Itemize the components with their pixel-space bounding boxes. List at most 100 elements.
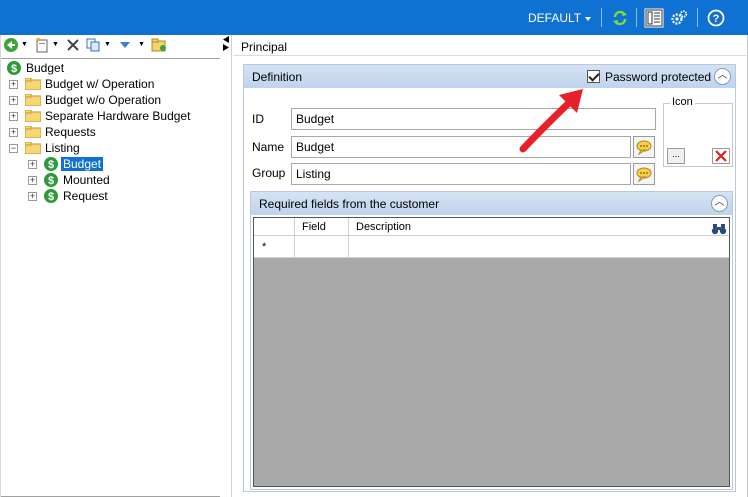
detail-pane: Principal Definition Password protected …: [233, 35, 748, 497]
budget-tree: $ Budget + Budget w/ Operation + Budget …: [1, 58, 221, 497]
tree-item-label: Budget w/ Operation: [45, 77, 155, 91]
definition-section: Definition Password protected ︿ ID Budge…: [243, 64, 736, 492]
new-icon[interactable]: [34, 37, 50, 53]
tree-root-label: Budget: [26, 61, 65, 75]
tree-item-label: Budget w/o Operation: [45, 93, 162, 107]
required-fields-title: Required fields from the customer: [259, 197, 440, 211]
new-row[interactable]: *: [254, 236, 729, 258]
column-header-description[interactable]: Description: [356, 221, 411, 233]
tree-child[interactable]: + $ Budget: [28, 156, 208, 172]
svg-text:$: $: [48, 191, 54, 203]
tree-child-label: Budget: [61, 157, 104, 171]
collapse-icon[interactable]: −: [9, 144, 18, 153]
svg-text:$: $: [11, 63, 17, 75]
expand-icon[interactable]: +: [9, 80, 18, 89]
new-row-marker: *: [262, 241, 267, 253]
grid-header: Field Description: [254, 218, 729, 258]
binoculars-icon[interactable]: [711, 222, 727, 236]
chevron-down-icon[interactable]: ▼: [138, 41, 145, 48]
refresh-icon[interactable]: [611, 9, 629, 27]
required-fields-header: Required fields from the customer ︿: [251, 192, 732, 215]
toolbar-separator: [697, 8, 698, 27]
speech-bubble-icon: [636, 167, 652, 183]
expand-icon[interactable]: +: [9, 112, 18, 121]
tree-item[interactable]: − Listing: [9, 140, 209, 156]
icon-label: Icon: [670, 96, 695, 108]
tree-toolbar: ▼ ▼ ▼ ▼: [1, 35, 221, 57]
chevron-down-icon: [585, 16, 592, 21]
chevron-down-icon[interactable]: ▼: [21, 41, 28, 48]
page-title: Principal: [241, 40, 288, 54]
tree-child[interactable]: + $ Request: [28, 188, 208, 204]
chevron-down-icon[interactable]: ▼: [52, 41, 59, 48]
column-header-field[interactable]: Field: [302, 221, 326, 233]
group-field[interactable]: Listing: [291, 163, 631, 185]
group-label: Group: [252, 166, 286, 180]
expand-icon[interactable]: +: [9, 128, 18, 137]
chevron-down-icon[interactable]: ▼: [104, 41, 111, 48]
budget-money-icon: $: [44, 189, 58, 203]
required-fields-grid[interactable]: Field Description *: [253, 217, 730, 487]
annotation-arrow-icon: [519, 89, 583, 153]
back-icon[interactable]: [3, 37, 19, 53]
grid-divider: [348, 236, 349, 258]
tree-item-label: Separate Hardware Budget: [45, 109, 191, 123]
svg-text:?: ?: [713, 13, 720, 25]
icon-clear-button[interactable]: [712, 148, 730, 164]
grid-divider: [294, 236, 295, 258]
name-translate-button[interactable]: [633, 136, 655, 158]
delete-icon[interactable]: [65, 37, 81, 53]
tree-child-label: Mounted: [63, 173, 110, 187]
folder-tools-icon[interactable]: [151, 37, 167, 53]
folder-icon: [25, 94, 41, 106]
profile-dropdown[interactable]: DEFAULT: [528, 11, 592, 25]
expand-icon[interactable]: +: [28, 176, 37, 185]
group-translate-button[interactable]: [633, 163, 655, 185]
icon-browse-button[interactable]: ...: [667, 148, 685, 164]
divider: [233, 55, 748, 56]
tree-item[interactable]: + Separate Hardware Budget: [9, 108, 209, 124]
id-field[interactable]: Budget: [291, 108, 656, 130]
tree-item-label: Requests: [45, 125, 96, 139]
tree-item[interactable]: + Budget w/o Operation: [9, 92, 209, 108]
tree-child[interactable]: + $ Mounted: [28, 172, 208, 188]
budget-money-icon: $: [7, 61, 21, 75]
definition-header: Definition Password protected ︿: [244, 65, 735, 88]
splitter-arrows-icon[interactable]: [222, 35, 230, 51]
speech-bubble-icon: [636, 140, 652, 156]
settings-gears-icon[interactable]: [670, 9, 688, 27]
collapse-up-icon[interactable]: ︿: [711, 195, 728, 212]
copy-icon[interactable]: [85, 37, 101, 53]
toolbar-separator: [601, 8, 602, 27]
profile-label: DEFAULT: [528, 11, 582, 25]
left-pane: ▼ ▼ ▼ ▼ $ Budget + Budget w/ Operation +…: [0, 35, 221, 497]
budget-money-icon: $: [44, 157, 58, 171]
svg-text:$: $: [48, 175, 54, 187]
id-label: ID: [252, 112, 264, 126]
tree-item-label: Listing: [45, 141, 80, 155]
folder-icon: [25, 126, 41, 138]
layout-icon[interactable]: [644, 8, 664, 28]
folder-icon: [25, 110, 41, 122]
expand-icon[interactable]: +: [28, 192, 37, 201]
name-label: Name: [252, 140, 285, 154]
clear-x-icon: [715, 150, 727, 162]
icon-groupbox: Icon ...: [663, 96, 733, 167]
tree-root[interactable]: $ Budget: [5, 60, 205, 76]
expand-icon[interactable]: +: [9, 96, 18, 105]
tree-item[interactable]: + Budget w/ Operation: [9, 76, 209, 92]
collapse-up-icon[interactable]: ︿: [714, 68, 731, 85]
password-protected-checkbox[interactable]: [587, 70, 600, 83]
folder-icon: [25, 78, 41, 90]
tree-item[interactable]: + Requests: [9, 124, 209, 140]
tree-child-label: Request: [63, 189, 108, 203]
open-folder-icon: [25, 142, 41, 154]
move-down-icon[interactable]: [117, 37, 133, 53]
budget-money-icon: $: [44, 173, 58, 187]
svg-text:$: $: [48, 159, 54, 171]
definition-title: Definition: [252, 70, 303, 84]
pane-splitter[interactable]: [220, 35, 232, 497]
top-bar: DEFAULT ?: [0, 0, 748, 35]
help-icon[interactable]: ?: [707, 9, 725, 27]
expand-icon[interactable]: +: [28, 160, 37, 169]
